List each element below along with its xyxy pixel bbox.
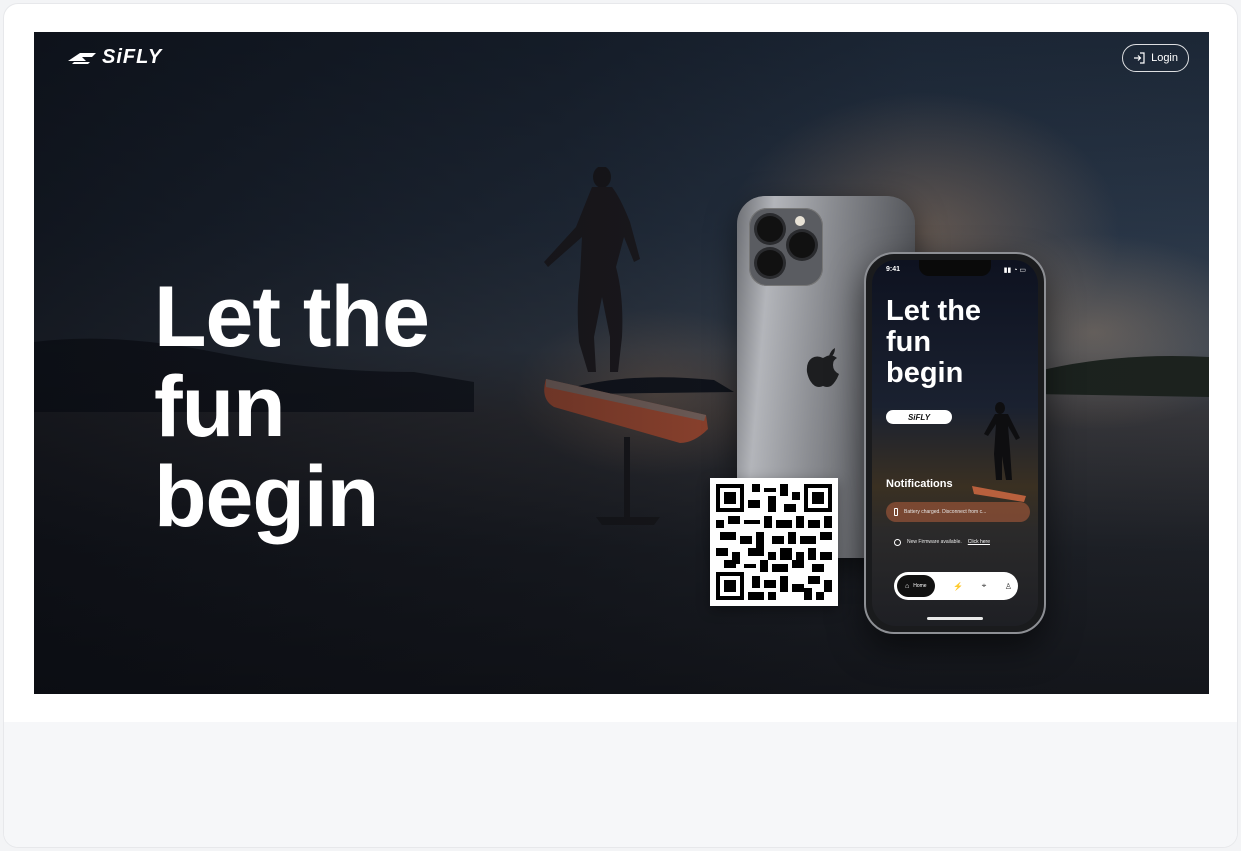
apple-logo-icon [806,348,839,387]
phone-headline-line: Let the [886,295,982,327]
nav-home-label: Home [913,583,927,589]
phone-front-mockup: 9:41 ▮▮ ◔ ▭ Let the fun begin SiFLY Noti… [864,252,1046,634]
camera-lens-icon [789,232,815,258]
phone-headline: Let the fun begin [886,296,981,389]
hero-headline-line: Let the [154,269,430,365]
home-icon: ⌂ [905,582,910,590]
page-frame: SiFLY Login Let the fun begin 9:41 ▮▮ ◔ … [4,4,1237,847]
login-label: Login [1151,52,1178,64]
status-signal-icon: ▮▮ ◔ ▭ [1003,267,1026,274]
click-here-link[interactable]: Click here [968,539,990,545]
firmware-icon [894,538,901,546]
login-icon [1134,52,1145,64]
phone-headline-line: fun [886,326,932,358]
camera-lens-icon [757,250,783,276]
phone-brand-logo: SiFLY [886,410,952,424]
qr-code-icon [716,484,832,600]
notification-text: Battery charged. Disconnect from c... [904,509,987,515]
nav-home-tab[interactable]: ⌂ Home [897,575,935,597]
hero-headline-line: fun [154,359,286,455]
phone-screen: 9:41 ▮▮ ◔ ▭ Let the fun begin SiFLY Noti… [872,260,1038,626]
phone-bottom-nav: ⌂ Home ⚡ ⌖ ♙ [894,572,1018,600]
phone-notch [919,260,991,276]
map-icon[interactable]: ⌖ [982,581,987,591]
profile-icon[interactable]: ♙ [1005,582,1012,591]
brand-logo[interactable]: SiFLY [66,46,162,69]
hero-section: SiFLY Login Let the fun begin 9:41 ▮▮ ◔ … [34,32,1209,694]
notification-text: New Firmware available. [907,539,962,545]
home-indicator [927,617,983,620]
hero-headline: Let the fun begin [154,269,430,545]
login-button[interactable]: Login [1122,44,1189,72]
brand-logo-text: SiFLY [102,46,163,68]
sifly-logo-icon [68,52,96,64]
notification-item[interactable]: Battery charged. Disconnect from c... [886,502,1030,522]
qr-code [710,478,838,606]
phone-headline-line: begin [886,357,964,389]
notifications-title: Notifications [886,478,953,490]
camera-module [749,208,823,286]
footer-area [4,722,1237,847]
foil-icon[interactable]: ⚡ [953,582,963,591]
notification-item[interactable]: New Firmware available. Click here [886,532,1030,552]
battery-icon [894,508,898,516]
camera-lens-icon [757,216,783,242]
flash-icon [795,216,805,226]
status-time: 9:41 [886,266,901,273]
hero-headline-line: begin [154,449,379,545]
